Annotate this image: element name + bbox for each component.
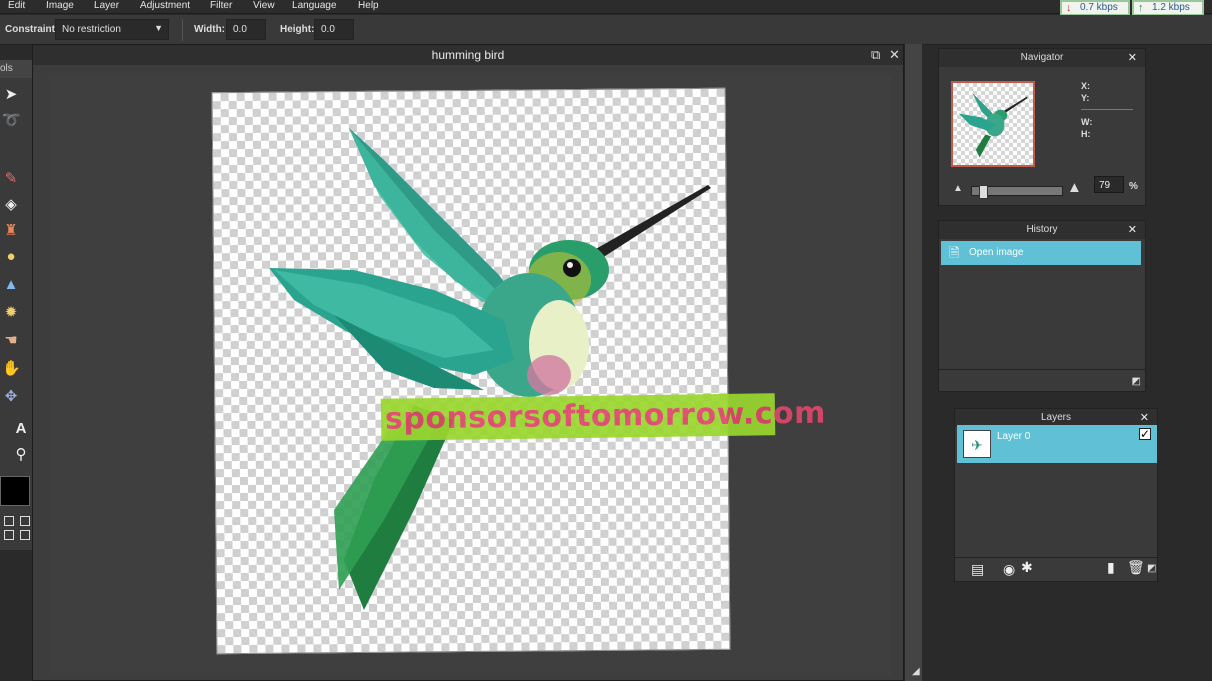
h-label: H: <box>1081 129 1091 139</box>
app-window: Edit Image Layer Adjustment Filter View … <box>0 0 1212 681</box>
width-label: Width: <box>194 24 226 35</box>
menu-view[interactable]: View <box>253 0 275 12</box>
upload-rate: ↑ 1.2 kbps <box>1132 0 1204 16</box>
menu-image[interactable]: Image <box>46 0 74 12</box>
sponge-tool-icon[interactable]: ✹ <box>2 304 20 322</box>
watermark-text: sponsorsoftomorrow.com <box>384 395 827 437</box>
zoom-in-icon[interactable]: ▲ <box>1067 179 1082 196</box>
zoom-input[interactable]: 79 <box>1094 176 1124 193</box>
history-title: History <box>1026 224 1058 235</box>
history-item[interactable]: 🗎 Open image <box>941 241 1141 265</box>
new-layer-icon[interactable]: ▮ <box>1107 559 1115 576</box>
y-label: Y: <box>1081 93 1090 103</box>
zoom-out-icon[interactable]: ▲ <box>953 183 963 194</box>
layer-name: Layer 0 <box>997 431 1031 442</box>
navigator-header: Navigator ✕ <box>939 49 1145 67</box>
zoom-slider[interactable] <box>971 185 1063 199</box>
resize-grip-icon[interactable]: ◩ <box>1132 376 1141 387</box>
grid-icon[interactable] <box>20 530 30 540</box>
restore-icon[interactable]: ⧉ <box>871 47 880 63</box>
download-rate: ↓ 0.7 kbps <box>1060 0 1130 16</box>
close-icon[interactable]: ✕ <box>1128 221 1137 239</box>
smudge-tool-icon[interactable]: ☚ <box>2 332 20 350</box>
layer-mask-icon[interactable]: ◉ <box>1003 561 1015 578</box>
divider <box>1081 109 1133 110</box>
close-icon[interactable]: ✕ <box>1128 49 1137 67</box>
watermark-banner: sponsorsoftomorrow.com <box>380 393 826 441</box>
chevron-down-icon: ▼ <box>154 23 163 33</box>
layer-row[interactable]: ✈ Layer 0 ✓ <box>957 425 1157 463</box>
divider <box>955 557 1157 558</box>
menu-layer[interactable]: Layer <box>94 0 119 12</box>
width-field[interactable]: 0.0 <box>226 19 266 40</box>
shape-tool-icon[interactable]: ● <box>2 248 20 266</box>
navigator-title: Navigator <box>1020 52 1064 63</box>
layer-thumbnail: ✈ <box>963 430 991 458</box>
constraint-label: Constraint: <box>5 24 59 35</box>
layers-panel: Layers ✕ ✈ Layer 0 ✓ ▤ ◉ ✱ ▮ 🗑 ◩ <box>954 408 1158 582</box>
download-rate-value: 0.7 kbps <box>1080 2 1118 13</box>
history-panel: History ✕ 🗎 Open image ◩ <box>938 220 1146 392</box>
menu-help[interactable]: Help <box>358 0 379 12</box>
move-tool-icon[interactable]: ➤ <box>2 86 20 104</box>
menu-edit[interactable]: Edit <box>8 0 26 12</box>
hummingbird-image <box>269 128 711 610</box>
arrow-down-icon: ↓ <box>1066 2 1072 14</box>
close-icon[interactable]: ✕ <box>889 47 900 63</box>
layer-effects-icon[interactable]: ✱ <box>1021 559 1033 576</box>
document-icon: 🗎 <box>949 245 960 260</box>
height-field[interactable]: 0.0 <box>314 19 354 40</box>
menu-filter[interactable]: Filter <box>210 0 233 12</box>
divider <box>939 369 1145 370</box>
sharpen-tool-icon[interactable]: ▲ <box>2 276 20 294</box>
layer-visibility-checkbox[interactable]: ✓ <box>1139 428 1151 440</box>
delete-layer-icon[interactable]: 🗑 <box>1127 559 1145 576</box>
bucket-tool-icon[interactable]: ◈ <box>2 196 20 214</box>
w-label: W: <box>1081 117 1093 127</box>
cross-tool-icon[interactable]: ✥ <box>2 388 20 406</box>
navigator-thumbnail[interactable] <box>951 81 1035 167</box>
zoom-tool-icon[interactable]: ⚲ <box>12 446 30 464</box>
zoom-slider-handle[interactable] <box>979 185 988 199</box>
history-item-label: Open image <box>969 247 1024 258</box>
height-label: Height: <box>280 24 315 35</box>
constraint-select[interactable]: No restriction ▼ <box>55 19 169 40</box>
grid-icon[interactable] <box>20 516 30 526</box>
upload-rate-value: 1.2 kbps <box>1152 2 1190 13</box>
zoom-unit: % <box>1129 181 1138 192</box>
history-header: History ✕ <box>939 221 1145 239</box>
vertical-scrollbar[interactable] <box>904 44 922 681</box>
layer-properties-icon[interactable]: ▤ <box>971 561 984 578</box>
menu-bar: Edit Image Layer Adjustment Filter View … <box>0 0 1212 16</box>
menu-language[interactable]: Language <box>292 0 337 12</box>
menu-adjustment[interactable]: Adjustment <box>140 0 190 12</box>
grid-icon[interactable] <box>4 516 14 526</box>
hand-tool-icon[interactable]: ✋ <box>2 360 21 378</box>
resize-grip-icon[interactable]: ◢ <box>912 666 920 677</box>
constraint-value: No restriction <box>62 24 121 35</box>
resize-grip-icon[interactable]: ◩ <box>1147 563 1156 574</box>
x-label: X: <box>1081 81 1090 91</box>
foreground-color-swatch[interactable] <box>0 476 30 506</box>
document-title: humming bird <box>33 45 903 65</box>
layers-title: Layers <box>1040 412 1071 423</box>
divider <box>182 19 183 41</box>
stamp-tool-icon[interactable]: ♜ <box>2 222 20 240</box>
grid-icon[interactable] <box>4 530 14 540</box>
pencil-tool-icon[interactable]: ✎ <box>2 170 20 188</box>
arrow-up-icon: ↑ <box>1138 2 1144 14</box>
lasso-tool-icon[interactable]: ➰ <box>2 112 21 130</box>
options-bar: Constraint: No restriction ▼ Width: 0.0 … <box>0 15 1212 45</box>
thumbnail-bird <box>958 92 1028 158</box>
text-tool-icon[interactable]: A <box>12 420 30 438</box>
